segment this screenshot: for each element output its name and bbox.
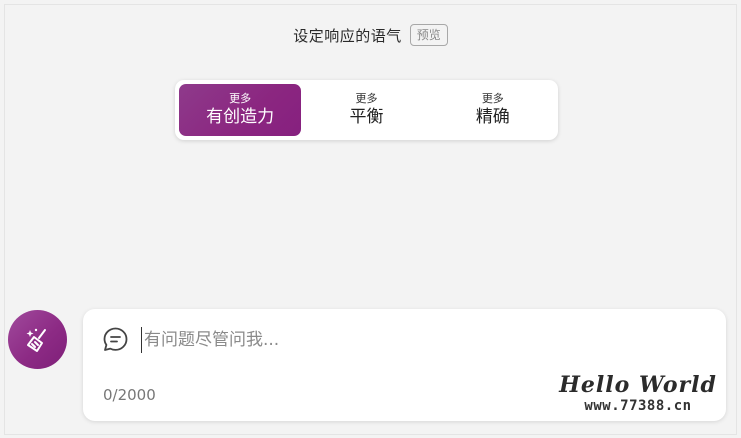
tone-option-sub-label: 更多 xyxy=(355,92,378,105)
tone-selector: 更多 有创造力 更多 平衡 更多 精确 xyxy=(175,80,558,140)
tone-option-sub-label: 更多 xyxy=(229,92,252,105)
tone-title: 设定响应的语气 xyxy=(293,26,402,45)
watermark-url: www.77388.cn xyxy=(584,398,692,414)
preview-badge: 预览 xyxy=(409,24,448,46)
chat-bubble-icon xyxy=(103,327,128,351)
tone-option-precise[interactable]: 更多 精确 xyxy=(431,84,554,136)
watermark-title: Hello World xyxy=(559,372,717,398)
watermark-logo: Hello World www.77388.cn xyxy=(558,372,718,414)
tone-option-balanced[interactable]: 更多 平衡 xyxy=(305,84,428,136)
chat-input[interactable] xyxy=(141,327,701,353)
tone-header: 设定响应的语气 预览 xyxy=(0,24,741,46)
broom-icon xyxy=(26,328,46,352)
tone-option-creative[interactable]: 更多 有创造力 xyxy=(179,84,302,136)
char-counter: 0/2000 xyxy=(103,386,156,404)
new-topic-button[interactable] xyxy=(8,310,67,369)
tone-option-label: 有创造力 xyxy=(206,107,275,127)
tone-option-label: 精确 xyxy=(475,107,510,127)
tone-option-sub-label: 更多 xyxy=(481,92,504,105)
tone-option-label: 平衡 xyxy=(349,107,384,127)
